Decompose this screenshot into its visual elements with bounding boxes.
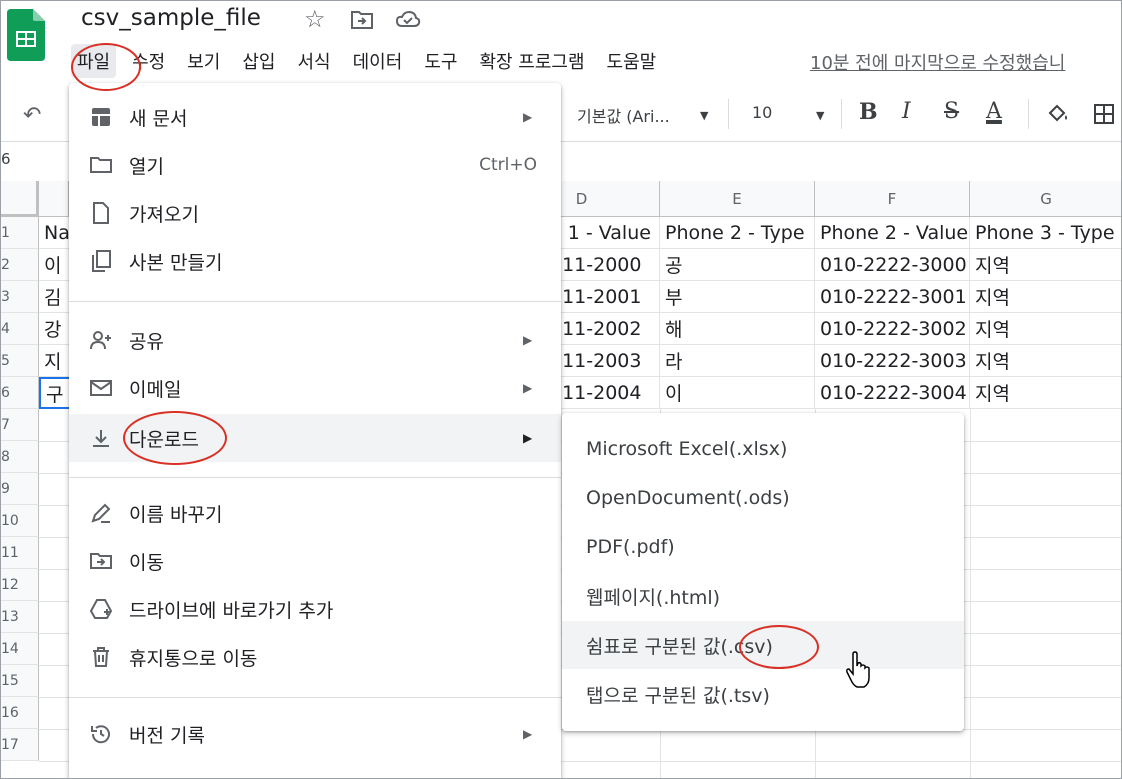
copy-icon [92, 250, 111, 272]
screenshot-frame: csv_sample_file ☆ 파일 수정 보기 삽입 서식 데이터 도구 … [0, 0, 1122, 779]
share-person-icon [90, 331, 111, 350]
download-xlsx-option[interactable]: Microsoft Excel(.xlsx) [562, 425, 964, 473]
submenu-arrow-icon: ▶ [523, 381, 533, 395]
submenu-arrow-icon: ▶ [523, 333, 533, 347]
sheets-logo-icon[interactable] [7, 9, 45, 61]
submenu-item-label: 쉼표로 구분된 값(.csv) [586, 635, 773, 658]
menu-item-version-history[interactable]: 버전 기록 ▶ [69, 710, 561, 758]
italic-button[interactable]: I [902, 99, 911, 124]
menu-edit[interactable]: 수정 [126, 44, 171, 78]
cell-reference[interactable]: 6 [1, 150, 11, 168]
menubar: 파일 수정 보기 삽입 서식 데이터 도구 확장 프로그램 도움말 [71, 44, 672, 78]
menu-tools[interactable]: 도구 [418, 44, 463, 78]
menu-item-label: 버전 기록 [129, 724, 205, 747]
menu-data[interactable]: 데이터 [347, 44, 409, 78]
menu-item-label: 이름 바꾸기 [129, 503, 223, 526]
font-family-select[interactable]: 기본값 (Ari... [577, 103, 670, 127]
history-icon [91, 725, 110, 744]
menu-format[interactable]: 서식 [292, 44, 337, 78]
menu-item-make-copy[interactable]: 사본 만들기 [69, 237, 561, 285]
menu-divider [69, 301, 561, 302]
menu-divider [69, 477, 561, 478]
download-icon [93, 430, 109, 447]
menu-help[interactable]: 도움말 [601, 44, 663, 78]
menu-item-label: 이동 [129, 551, 164, 574]
folder-open-icon [90, 157, 112, 173]
submenu-arrow-icon: ▶ [523, 431, 533, 445]
download-pdf-option[interactable]: PDF(.pdf) [562, 523, 964, 571]
menu-item-label: 새 문서 [129, 107, 188, 130]
download-html-option[interactable]: 웹페이지(.html) [562, 572, 964, 620]
last-edit-link[interactable]: 10분 전에 마지막으로 수정했습니 [810, 49, 1065, 75]
menu-item-rename[interactable]: 이름 바꾸기 [69, 489, 561, 537]
text-color-button[interactable]: A [986, 99, 1002, 124]
menu-item-label: 공유 [129, 330, 164, 353]
document-title[interactable]: csv_sample_file [81, 5, 261, 31]
menu-item-label: 드라이브에 바로가기 추가 [129, 599, 334, 622]
shortcut-label: Ctrl+O [479, 155, 537, 175]
import-file-icon [93, 202, 109, 224]
menu-item-import[interactable]: 가져오기 [69, 189, 561, 237]
submenu-item-label: PDF(.pdf) [586, 536, 675, 558]
download-csv-option[interactable]: 쉼표로 구분된 값(.csv) [562, 621, 964, 669]
menu-item-share[interactable]: 공유 ▶ [69, 316, 561, 364]
borders-icon[interactable] [1093, 103, 1115, 125]
menu-extensions[interactable]: 확장 프로그램 [473, 44, 590, 78]
menu-item-label: 휴지통으로 이동 [129, 647, 258, 670]
undo-icon[interactable]: ↶ [23, 103, 41, 128]
menu-item-label: 다운로드 [129, 428, 199, 451]
star-icon[interactable]: ☆ [304, 5, 326, 33]
menu-item-label: 사본 만들기 [129, 251, 223, 274]
toolbar-divider [1028, 99, 1029, 129]
download-ods-option[interactable]: OpenDocument(.ods) [562, 474, 964, 522]
move-folder-icon [90, 553, 112, 569]
menu-item-label: 가져오기 [129, 203, 199, 226]
font-size-select[interactable]: 10 [752, 103, 772, 122]
menu-item-open[interactable]: 열기 Ctrl+O [69, 141, 561, 189]
download-tsv-option[interactable]: 탭으로 구분된 값(.tsv) [562, 670, 964, 718]
font-family-dropdown-icon[interactable]: ▼ [700, 109, 708, 122]
new-document-icon [92, 108, 110, 126]
submenu-item-label: 웹페이지(.html) [586, 586, 721, 609]
menu-view[interactable]: 보기 [181, 44, 226, 78]
cloud-status-icon[interactable] [395, 9, 421, 29]
fill-color-icon[interactable] [1046, 103, 1070, 125]
move-to-folder-icon[interactable] [350, 9, 374, 31]
menu-divider [69, 697, 561, 698]
file-menu: 새 문서 ▶ 열기 Ctrl+O 가져오기 사본 만들기 공유 ▶ 이메일 ▶ [69, 83, 561, 778]
submenu-item-label: OpenDocument(.ods) [586, 487, 790, 509]
strikethrough-button[interactable]: S [944, 99, 959, 124]
menu-item-download[interactable]: 다운로드 ▶ [69, 414, 561, 462]
menu-item-email[interactable]: 이메일 ▶ [69, 364, 561, 412]
font-size-dropdown-icon[interactable]: ▼ [816, 109, 824, 122]
menu-item-new[interactable]: 새 문서 ▶ [69, 93, 561, 141]
submenu-arrow-icon: ▶ [523, 727, 533, 741]
menu-insert[interactable]: 삽입 [236, 44, 281, 78]
trash-icon [93, 647, 109, 667]
email-icon [90, 380, 112, 396]
submenu-item-label: Microsoft Excel(.xlsx) [586, 438, 788, 460]
menu-item-move[interactable]: 이동 [69, 537, 561, 585]
submenu-arrow-icon: ▶ [523, 110, 533, 124]
menu-item-label: 이메일 [129, 378, 182, 401]
menu-item-add-shortcut[interactable]: 드라이브에 바로가기 추가 [69, 585, 561, 633]
bold-button[interactable]: B [859, 99, 878, 125]
rename-icon [91, 503, 111, 523]
submenu-item-label: 탭으로 구분된 값(.tsv) [586, 684, 770, 707]
toolbar-divider [841, 99, 842, 129]
drive-shortcut-icon [89, 599, 113, 619]
download-submenu: Microsoft Excel(.xlsx) OpenDocument(.ods… [562, 413, 964, 731]
menu-item-label: 열기 [129, 155, 164, 178]
menu-item-trash[interactable]: 휴지통으로 이동 [69, 633, 561, 681]
menu-file[interactable]: 파일 [71, 44, 117, 78]
hand-cursor-icon [846, 651, 870, 688]
toolbar-divider [728, 99, 729, 129]
